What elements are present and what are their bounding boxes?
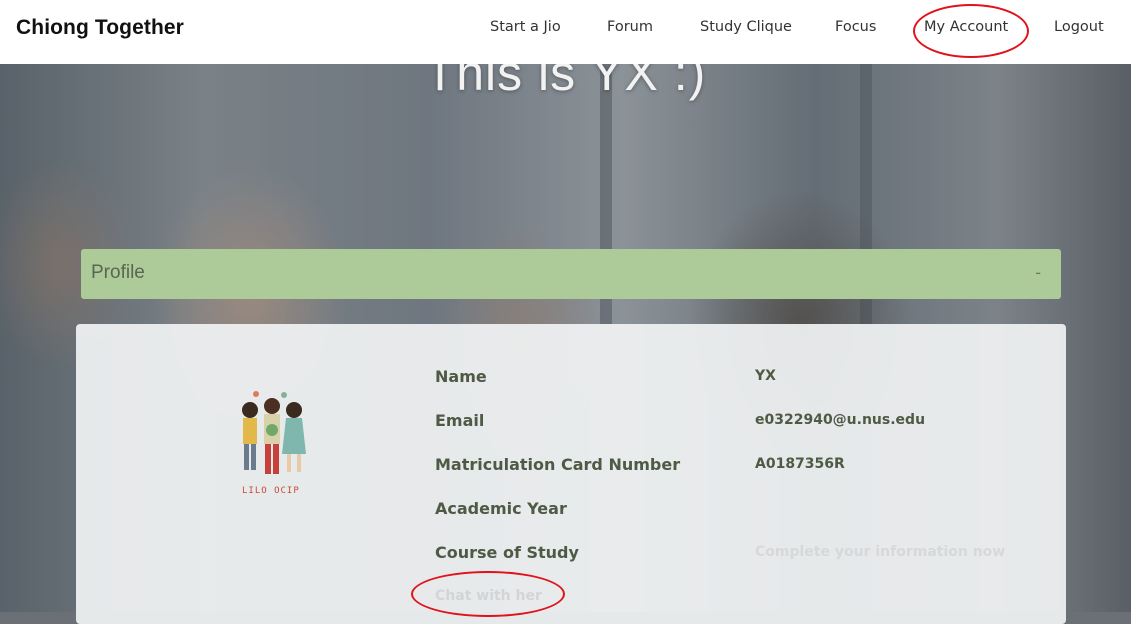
profile-header-title: Profile: [91, 262, 145, 283]
collapse-toggle-icon[interactable]: -: [1035, 263, 1041, 282]
chat-with-her-link[interactable]: Chat with her: [435, 588, 542, 604]
course-of-study-label: Course of Study: [435, 543, 579, 562]
academic-year-label: Academic Year: [435, 499, 567, 518]
nav-my-account[interactable]: My Account: [924, 19, 1008, 35]
name-value: YX: [755, 368, 776, 384]
nav-study-clique[interactable]: Study Clique: [700, 19, 792, 35]
nav-focus[interactable]: Focus: [835, 19, 876, 35]
course-of-study-prompt[interactable]: Complete your information now: [755, 544, 1005, 560]
email-value: e0322940@u.nus.edu: [755, 412, 926, 428]
profile-card: LILO OCIP Name YX Email e0322940@u.nus.e…: [76, 324, 1066, 624]
brand-logo[interactable]: Chiong Together: [16, 16, 184, 40]
top-navbar: Chiong Together Start a Jio Forum Study …: [0, 0, 1131, 64]
name-label: Name: [435, 367, 487, 386]
nav-start-a-jio[interactable]: Start a Jio: [490, 19, 561, 35]
email-label: Email: [435, 411, 485, 430]
avatar-caption: LILO OCIP: [242, 486, 300, 496]
nav-logout[interactable]: Logout: [1054, 19, 1104, 35]
nav-forum[interactable]: Forum: [607, 19, 653, 35]
matric-number-label: Matriculation Card Number: [435, 455, 681, 474]
matric-number-value: A0187356R: [755, 456, 845, 472]
avatar-illustration: [242, 391, 306, 474]
profile-accordion-header[interactable]: Profile -: [81, 249, 1061, 299]
